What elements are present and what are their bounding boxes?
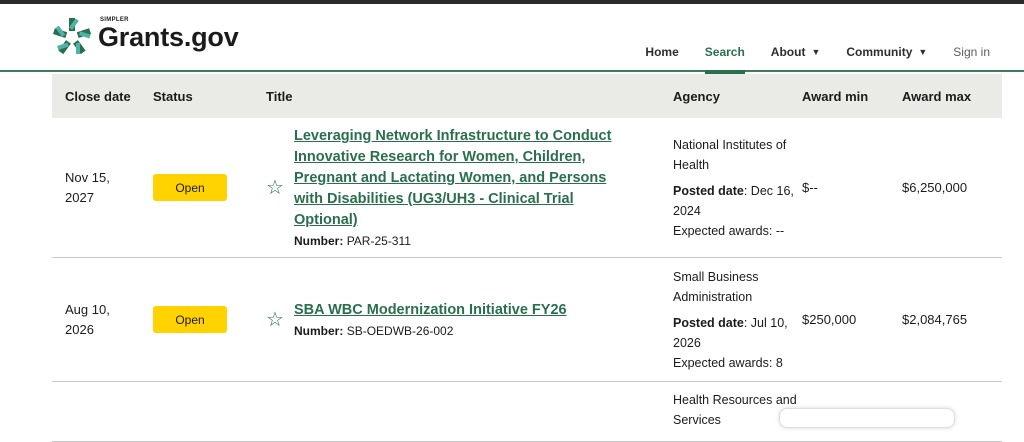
close-date: Nov 15, 2027 (52, 118, 153, 257)
status-cell: Open (153, 258, 253, 381)
number-label: Number: (294, 324, 344, 338)
status-badge: Open (153, 306, 227, 333)
nav-search[interactable]: Search (692, 4, 758, 74)
expected-awards: Expected awards: 8 (673, 355, 783, 370)
logo[interactable]: SIMPLER Grants.gov (52, 17, 239, 57)
nav-community[interactable]: Community ▼ (833, 4, 940, 72)
nav-signin-label: Sign in (953, 45, 990, 59)
title-cell: ☆ Leveraging Network Infrastructure to C… (253, 118, 661, 257)
number-value: SB-OEDWB-26-002 (346, 324, 454, 338)
nav-home-label: Home (645, 45, 679, 59)
nav-search-label: Search (704, 45, 745, 59)
opportunity-title-link[interactable]: Leveraging Network Infrastructure to Con… (294, 126, 634, 231)
star-icon[interactable]: ☆ (266, 310, 294, 330)
grants-logo-icon (53, 18, 91, 55)
nav-home[interactable]: Home (632, 4, 691, 72)
header-status[interactable]: Status (153, 89, 253, 104)
nav-about[interactable]: About ▼ (758, 4, 834, 72)
nav-community-label: Community (846, 45, 913, 59)
star-icon[interactable]: ☆ (266, 178, 294, 198)
header-agency[interactable]: Agency (661, 89, 802, 104)
close-date-line2: 2027 (65, 189, 94, 205)
award-min: $250,000 (802, 312, 857, 327)
close-date-line1: Nov 15, (65, 169, 110, 185)
status-cell: Open (153, 118, 253, 257)
table-header: Close date Status Title Agency Award min… (52, 74, 1002, 118)
brand-simpler: SIMPLER (100, 17, 129, 23)
number-label: Number: (294, 234, 344, 248)
opportunity-number: Number: PAR-25-311 (294, 233, 634, 249)
agency-name: National Institutes of Health (673, 137, 787, 172)
nav-signin[interactable]: Sign in (940, 4, 990, 72)
floating-panel[interactable] (779, 408, 955, 428)
brand: SIMPLER Grants.gov (98, 17, 239, 52)
site-header: SIMPLER Grants.gov Home Search About ▼ Co… (0, 4, 1024, 74)
agency-name: Small Business Administration (673, 269, 759, 304)
number-value: PAR-25-311 (346, 234, 411, 248)
close-date: Aug 10, 2026 (52, 258, 153, 381)
posted-date: Posted date: Jul 10, 2026 (673, 313, 802, 353)
main-nav: Home Search About ▼ Community ▼ Sign in (632, 4, 990, 74)
header-award-min[interactable]: Award min (802, 89, 902, 104)
opportunity-number: Number: SB-OEDWB-26-002 (294, 323, 634, 339)
brand-wordmark: Grants.gov (98, 22, 239, 52)
award-max: $6,250,000 (902, 180, 968, 195)
opportunity-title-link[interactable]: SBA WBC Modernization Initiative FY26 (294, 300, 634, 321)
award-min: $-- (802, 180, 818, 195)
table-row: Aug 10, 2026 Open ☆ SBA WBC Modernizatio… (52, 258, 1002, 382)
agency-cell: Small Business Administration Posted dat… (661, 258, 802, 381)
search-results-table: Close date Status Title Agency Award min… (52, 74, 1002, 442)
posted-date-label: Posted date (673, 315, 744, 330)
posted-date: Posted date: Dec 16, 2024 (673, 181, 802, 221)
title-cell: ☆ SBA WBC Modernization Initiative FY26 … (253, 258, 661, 381)
nav-about-label: About (770, 45, 806, 59)
agency-cell: National Institutes of Health Posted dat… (661, 118, 802, 257)
close-date-line2: 2026 (65, 321, 94, 337)
chevron-down-icon: ▼ (918, 47, 928, 57)
posted-date-label: Posted date (673, 183, 744, 198)
table-row: Nov 15, 2027 Open ☆ Leveraging Network I… (52, 118, 1002, 258)
expected-awards: Expected awards: -- (673, 223, 785, 238)
header-title[interactable]: Title (253, 89, 661, 104)
close-date-line1: Aug 10, (65, 301, 110, 317)
chevron-down-icon: ▼ (811, 47, 821, 57)
header-award-max[interactable]: Award max (902, 89, 1002, 104)
status-badge: Open (153, 174, 227, 201)
header-close-date[interactable]: Close date (52, 89, 153, 104)
award-max: $2,084,765 (902, 312, 968, 327)
